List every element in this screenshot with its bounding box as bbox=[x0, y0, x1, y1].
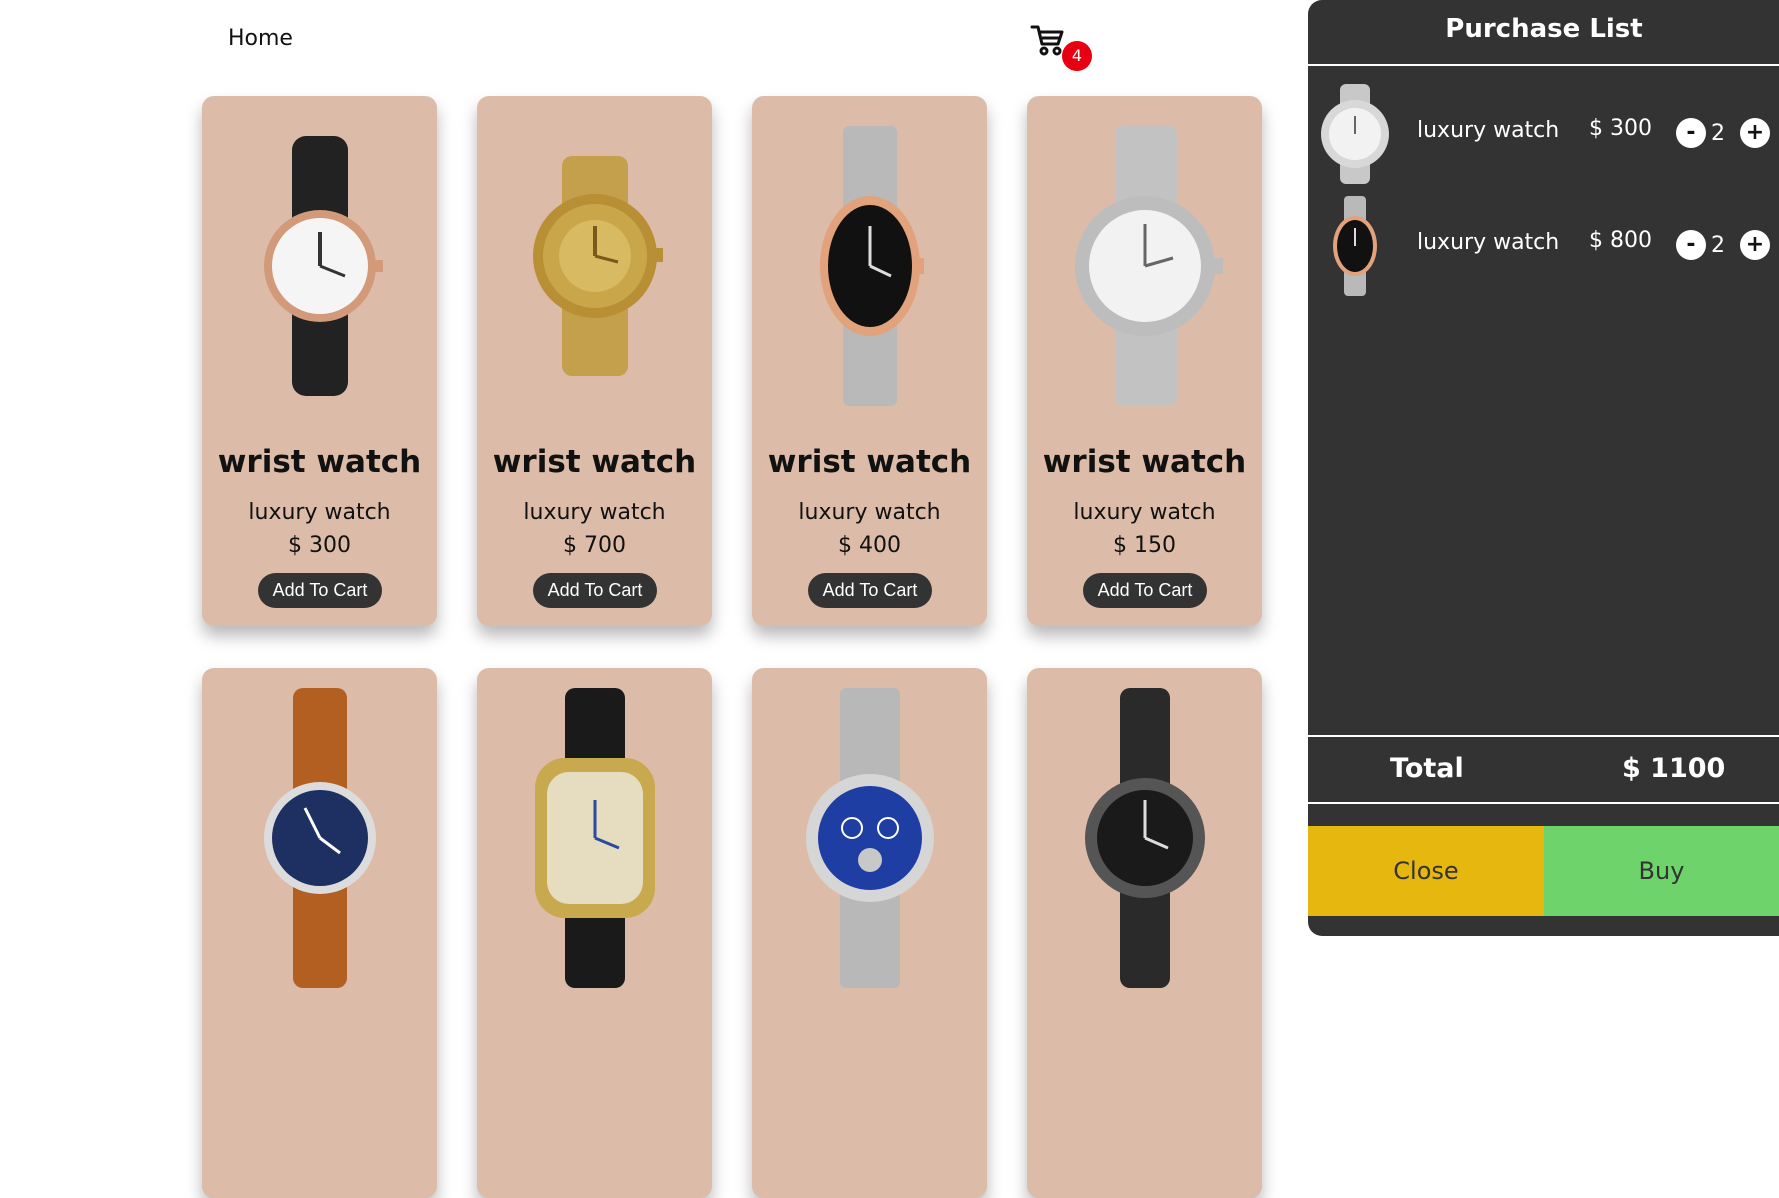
product-card: wrist watch luxury watch $ 400 Add To Ca… bbox=[752, 96, 987, 626]
buy-button[interactable]: Buy bbox=[1544, 826, 1779, 916]
cart-item-price: $ 800 bbox=[1589, 228, 1652, 253]
watch-image bbox=[477, 116, 712, 416]
watch-image bbox=[202, 116, 437, 416]
divider bbox=[1308, 802, 1779, 804]
home-link[interactable]: Home bbox=[228, 26, 293, 51]
product-title: wrist watch bbox=[767, 444, 972, 480]
product-card bbox=[202, 668, 437, 1198]
add-to-cart-button[interactable]: Add To Cart bbox=[258, 573, 382, 608]
cart-item-name: luxury watch bbox=[1417, 230, 1560, 255]
product-price: $ 400 bbox=[838, 533, 901, 558]
cart-item-qty: 2 bbox=[1711, 121, 1725, 146]
product-card: wrist watch luxury watch $ 150 Add To Ca… bbox=[1027, 96, 1262, 626]
cart-item-name: luxury watch bbox=[1417, 118, 1560, 143]
panel-title: Purchase List bbox=[1445, 14, 1643, 44]
product-title: wrist watch bbox=[217, 444, 422, 480]
product-card bbox=[752, 668, 987, 1198]
product-subtitle: luxury watch bbox=[1073, 500, 1216, 525]
cart-item-image bbox=[1316, 84, 1394, 184]
divider bbox=[1308, 735, 1779, 737]
decrease-qty-button[interactable]: - bbox=[1676, 230, 1706, 260]
watch-image bbox=[202, 688, 437, 988]
increase-qty-button[interactable]: + bbox=[1740, 118, 1770, 148]
product-card: wrist watch luxury watch $ 700 Add To Ca… bbox=[477, 96, 712, 626]
cart-count-badge: 4 bbox=[1062, 41, 1092, 71]
divider bbox=[1308, 64, 1779, 66]
product-title: wrist watch bbox=[1042, 444, 1247, 480]
cart-item-image bbox=[1316, 196, 1394, 296]
purchase-list-panel: Purchase List luxury watch $ 300 - 2 + l… bbox=[1308, 0, 1779, 936]
add-to-cart-button[interactable]: Add To Cart bbox=[808, 573, 932, 608]
total-value: $ 1100 bbox=[1622, 753, 1726, 784]
cart-item-qty: 2 bbox=[1711, 233, 1725, 258]
product-subtitle: luxury watch bbox=[523, 500, 666, 525]
total-label: Total bbox=[1390, 753, 1464, 784]
cart-item: luxury watch $ 800 - 2 + bbox=[1308, 196, 1779, 296]
cart-item: luxury watch $ 300 - 2 + bbox=[1308, 84, 1779, 184]
product-card bbox=[1027, 668, 1262, 1198]
product-card bbox=[477, 668, 712, 1198]
cart-item-price: $ 300 bbox=[1589, 116, 1652, 141]
top-nav: Home 4 bbox=[0, 0, 1300, 80]
product-title: wrist watch bbox=[492, 444, 697, 480]
product-price: $ 700 bbox=[563, 533, 626, 558]
add-to-cart-button[interactable]: Add To Cart bbox=[533, 573, 657, 608]
product-card: wrist watch luxury watch $ 300 Add To Ca… bbox=[202, 96, 437, 626]
watch-image bbox=[752, 688, 987, 988]
watch-image bbox=[1027, 116, 1262, 416]
watch-image bbox=[477, 688, 712, 988]
increase-qty-button[interactable]: + bbox=[1740, 230, 1770, 260]
product-subtitle: luxury watch bbox=[798, 500, 941, 525]
add-to-cart-button[interactable]: Add To Cart bbox=[1083, 573, 1207, 608]
product-subtitle: luxury watch bbox=[248, 500, 391, 525]
watch-image bbox=[752, 116, 987, 416]
cart-icon[interactable] bbox=[1030, 22, 1066, 58]
product-price: $ 150 bbox=[1113, 533, 1176, 558]
close-button[interactable]: Close bbox=[1308, 826, 1544, 916]
watch-image bbox=[1027, 688, 1262, 988]
decrease-qty-button[interactable]: - bbox=[1676, 118, 1706, 148]
product-price: $ 300 bbox=[288, 533, 351, 558]
